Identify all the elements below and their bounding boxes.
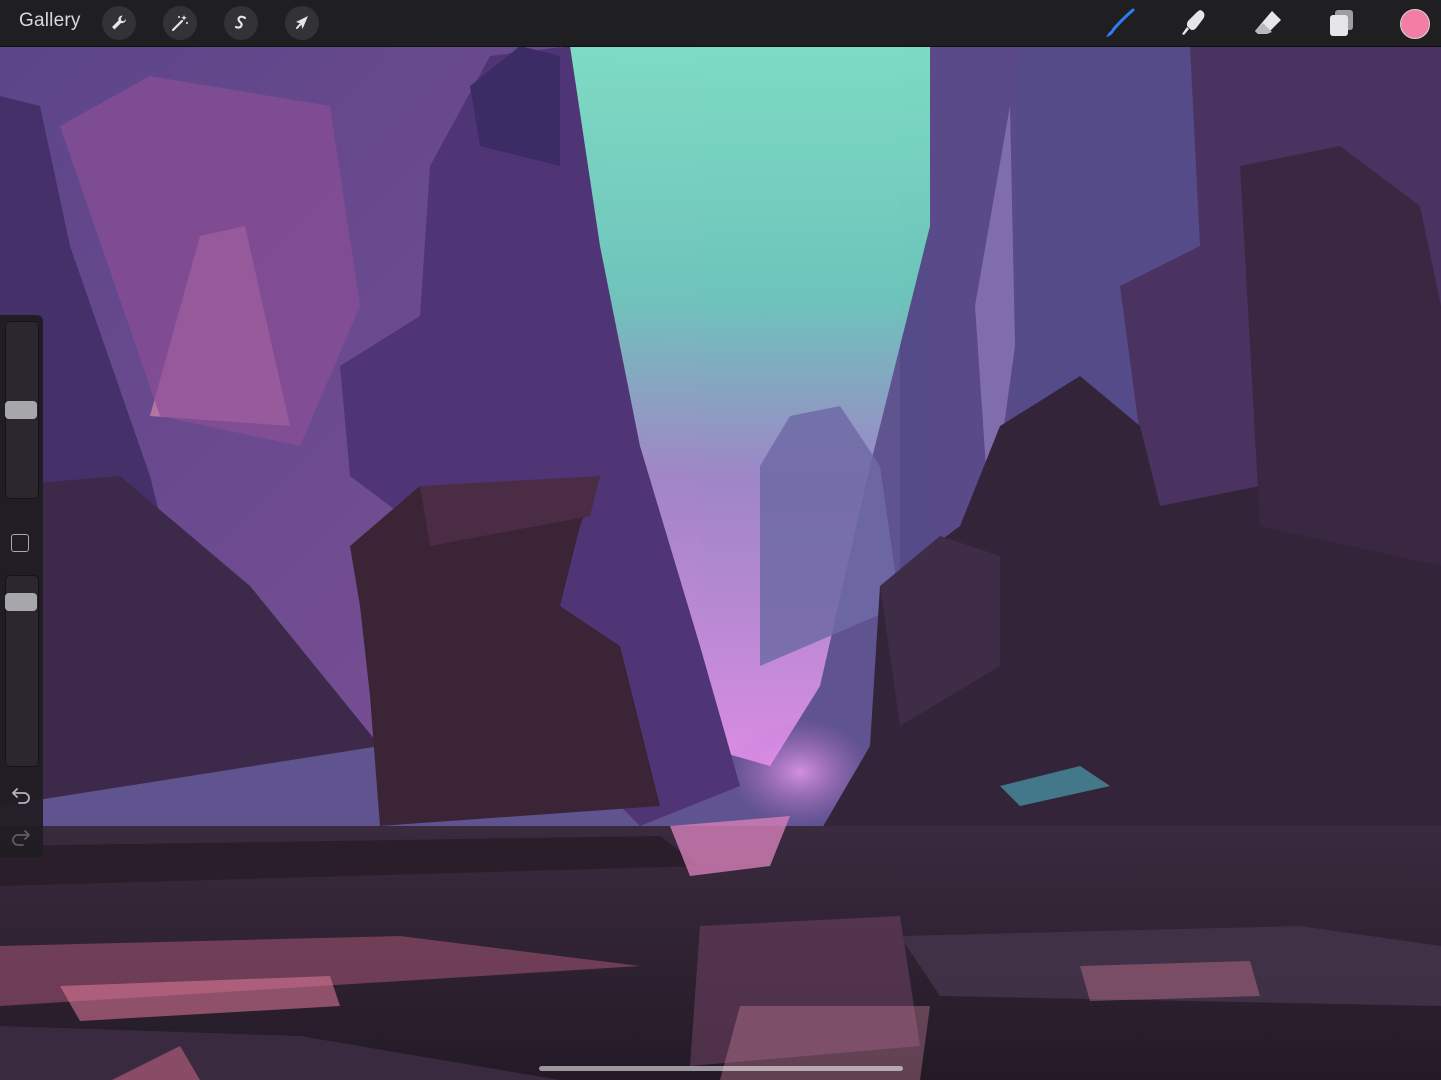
eraser-icon[interactable]	[1252, 7, 1284, 39]
smudge-icon[interactable]	[1178, 7, 1210, 39]
color-swatch[interactable]	[1400, 9, 1430, 39]
opacity-thumb[interactable]	[5, 593, 37, 611]
gallery-button[interactable]: Gallery	[19, 10, 81, 32]
painting-artwork	[0, 46, 1441, 1080]
wrench-icon	[112, 15, 127, 30]
adjustments-button[interactable]	[163, 6, 197, 40]
drawing-canvas[interactable]	[0, 46, 1441, 1080]
actions-button[interactable]	[102, 6, 136, 40]
top-toolbar: Gallery	[0, 0, 1441, 47]
brush-size-thumb[interactable]	[5, 401, 37, 419]
transform-button[interactable]	[285, 6, 319, 40]
redo-icon[interactable]	[10, 825, 32, 847]
brush-icon[interactable]	[1104, 7, 1136, 39]
arrow-cursor-icon	[296, 16, 308, 29]
undo-icon[interactable]	[10, 783, 32, 805]
procreate-app: Gallery	[0, 0, 1441, 1080]
layers-icon[interactable]	[1326, 7, 1358, 39]
modify-button[interactable]	[11, 534, 29, 552]
magic-wand-icon	[171, 15, 188, 32]
selection-s-icon	[234, 15, 247, 29]
home-indicator[interactable]	[539, 1066, 903, 1071]
brush-size-slider[interactable]	[5, 321, 39, 499]
opacity-slider[interactable]	[5, 575, 39, 767]
left-sidebar	[0, 315, 43, 857]
selection-button[interactable]	[224, 6, 258, 40]
